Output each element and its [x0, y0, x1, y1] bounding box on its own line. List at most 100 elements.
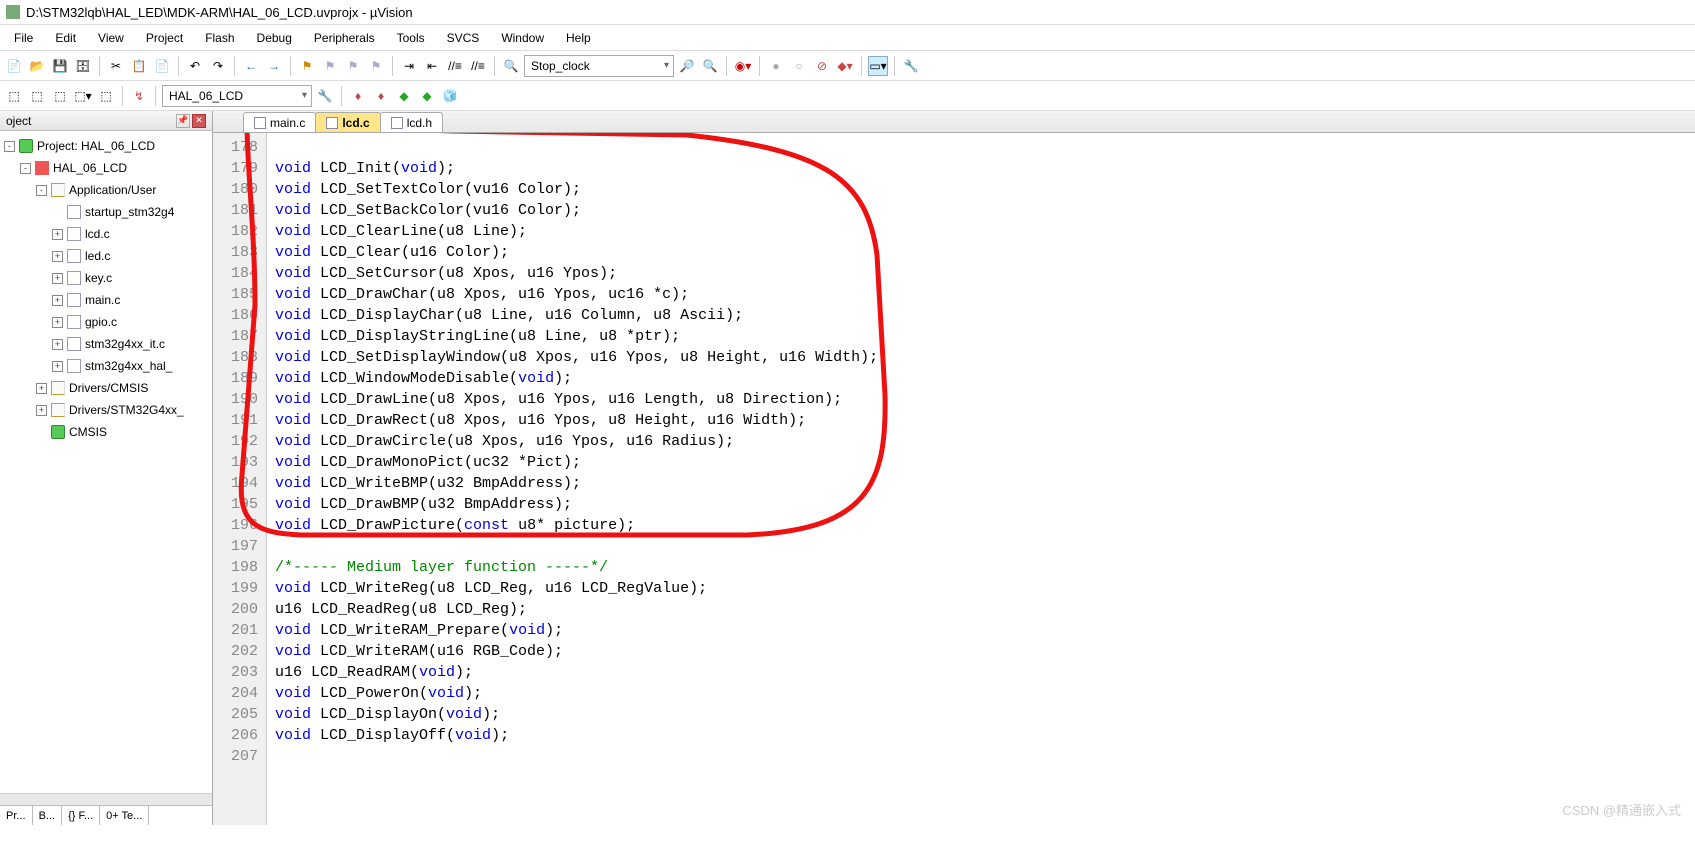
tree-item[interactable]: +led.c: [4, 245, 212, 267]
manage-rte-icon[interactable]: ◆: [394, 86, 414, 106]
target-options-icon[interactable]: 🔧: [315, 86, 335, 106]
uncomment-icon[interactable]: //≡: [468, 56, 488, 76]
menu-help[interactable]: Help: [556, 28, 601, 48]
nav-back-icon[interactable]: ←: [241, 56, 261, 76]
toolbar-separator: [494, 56, 495, 76]
expand-icon[interactable]: +: [52, 273, 63, 284]
find-combo[interactable]: Stop_clock: [524, 55, 674, 77]
bottom-tab[interactable]: B...: [33, 806, 63, 825]
rebuild-icon[interactable]: ⬚: [50, 86, 70, 106]
debug-icon[interactable]: ◉▾: [733, 56, 753, 76]
build-icon[interactable]: ⬚: [27, 86, 47, 106]
collapse-icon[interactable]: -: [36, 185, 47, 196]
menu-svcs[interactable]: SVCS: [437, 28, 490, 48]
editor-tab[interactable]: lcd.c: [315, 112, 380, 132]
pane-pin-icon[interactable]: 📌: [176, 114, 190, 128]
outdent-icon[interactable]: ⇤: [422, 56, 442, 76]
nav-forward-icon[interactable]: →: [264, 56, 284, 76]
tree-item[interactable]: startup_stm32g4: [4, 201, 212, 223]
pack-installer-icon[interactable]: 🧊: [440, 86, 460, 106]
comment-icon[interactable]: //≡: [445, 56, 465, 76]
open-file-icon[interactable]: 📂: [27, 56, 47, 76]
menu-view[interactable]: View: [88, 28, 134, 48]
tree-item[interactable]: -Project: HAL_06_LCD: [4, 135, 212, 157]
tree-item[interactable]: +Drivers/CMSIS: [4, 377, 212, 399]
pane-close-icon[interactable]: ✕: [192, 114, 206, 128]
tree-item[interactable]: + key.c: [4, 267, 212, 289]
editor-tab[interactable]: lcd.h: [380, 112, 443, 132]
menu-peripherals[interactable]: Peripherals: [304, 28, 385, 48]
copy-icon[interactable]: 📋: [129, 56, 149, 76]
tree-item[interactable]: +lcd.c: [4, 223, 212, 245]
menu-project[interactable]: Project: [136, 28, 193, 48]
indent-icon[interactable]: ⇥: [399, 56, 419, 76]
menu-edit[interactable]: Edit: [45, 28, 86, 48]
menu-file[interactable]: File: [4, 28, 43, 48]
collapse-icon[interactable]: -: [4, 141, 15, 152]
code-editor[interactable]: 178 179 180 181 182 183 184 185 186 187 …: [213, 133, 1695, 825]
find-in-files-icon[interactable]: 🔎: [677, 56, 697, 76]
select-packs-icon[interactable]: ◆: [417, 86, 437, 106]
tab-label: lcd.c: [342, 116, 369, 130]
redo-icon[interactable]: ↷: [208, 56, 228, 76]
expand-icon[interactable]: +: [52, 339, 63, 350]
tree-item[interactable]: + stm32g4xx_it.c: [4, 333, 212, 355]
collapse-icon[interactable]: -: [20, 163, 31, 174]
stop-build-icon[interactable]: ⬚: [96, 86, 116, 106]
paste-icon[interactable]: 📄: [152, 56, 172, 76]
configure-icon[interactable]: 🔧: [901, 56, 921, 76]
file-extensions-icon[interactable]: ♦: [371, 86, 391, 106]
project-tree[interactable]: -Project: HAL_06_LCD-HAL_06_LCD-Applicat…: [0, 131, 212, 793]
expand-icon[interactable]: +: [52, 251, 63, 262]
tree-item-label: key.c: [85, 271, 112, 285]
find-icon[interactable]: 🔍: [501, 56, 521, 76]
expand-icon[interactable]: +: [52, 361, 63, 372]
editor-tab[interactable]: main.c: [243, 112, 316, 132]
menu-flash[interactable]: Flash: [195, 28, 244, 48]
bottom-tab[interactable]: 0+ Te...: [100, 806, 149, 825]
save-icon[interactable]: 💾: [50, 56, 70, 76]
expand-icon[interactable]: +: [52, 229, 63, 240]
breakpoint-insert-icon[interactable]: ●: [766, 56, 786, 76]
target-combo[interactable]: HAL_06_LCD: [162, 85, 312, 107]
sidebar-bottom-tabs: Pr...B...{} F...0+ Te...: [0, 805, 212, 825]
download-icon[interactable]: ↯: [129, 86, 149, 106]
tree-item[interactable]: +main.c: [4, 289, 212, 311]
breakpoint-enable-icon[interactable]: ○: [789, 56, 809, 76]
tree-item[interactable]: +gpio.c: [4, 311, 212, 333]
tree-item[interactable]: -Application/User: [4, 179, 212, 201]
bookmark-next-icon[interactable]: ⚑: [343, 56, 363, 76]
bookmark-toggle-icon[interactable]: ⚑: [297, 56, 317, 76]
bookmark-clear-icon[interactable]: ⚑: [366, 56, 386, 76]
bookmark-prev-icon[interactable]: ⚑: [320, 56, 340, 76]
code-content[interactable]: void LCD_Init(void); void LCD_SetTextCol…: [267, 133, 1695, 825]
incremental-find-icon[interactable]: 🔍: [700, 56, 720, 76]
tree-item[interactable]: -HAL_06_LCD: [4, 157, 212, 179]
undo-icon[interactable]: ↶: [185, 56, 205, 76]
tree-item-label: stm32g4xx_it.c: [85, 337, 165, 351]
bottom-tab[interactable]: {} F...: [62, 806, 100, 825]
new-file-icon[interactable]: 📄: [4, 56, 24, 76]
window-layout-icon[interactable]: ▭▾: [868, 56, 888, 76]
expand-icon[interactable]: +: [52, 295, 63, 306]
batch-build-icon[interactable]: ⬚▾: [73, 86, 93, 106]
save-all-icon[interactable]: 🗄: [73, 56, 93, 76]
tree-horizontal-scrollbar[interactable]: [0, 793, 212, 805]
tree-item[interactable]: +Drivers/STM32G4xx_: [4, 399, 212, 421]
expand-icon[interactable]: +: [52, 317, 63, 328]
bottom-tab[interactable]: Pr...: [0, 806, 33, 825]
menu-window[interactable]: Window: [491, 28, 554, 48]
editor-area: main.c lcd.c lcd.h 178 179 180 181 182 183…: [213, 111, 1695, 825]
menu-debug[interactable]: Debug: [247, 28, 302, 48]
build-toolbar: ⬚ ⬚ ⬚ ⬚▾ ⬚ ↯ HAL_06_LCD 🔧 ♦ ♦ ◆ ◆ 🧊: [0, 81, 1695, 111]
menu-tools[interactable]: Tools: [387, 28, 435, 48]
expand-icon[interactable]: +: [36, 405, 47, 416]
tree-item[interactable]: +stm32g4xx_hal_: [4, 355, 212, 377]
cut-icon[interactable]: ✂: [106, 56, 126, 76]
breakpoint-disable-icon[interactable]: ⊘: [812, 56, 832, 76]
translate-icon[interactable]: ⬚: [4, 86, 24, 106]
expand-icon[interactable]: +: [36, 383, 47, 394]
breakpoint-kill-icon[interactable]: ◆▾: [835, 56, 855, 76]
manage-project-icon[interactable]: ♦: [348, 86, 368, 106]
tree-item[interactable]: CMSIS: [4, 421, 212, 443]
